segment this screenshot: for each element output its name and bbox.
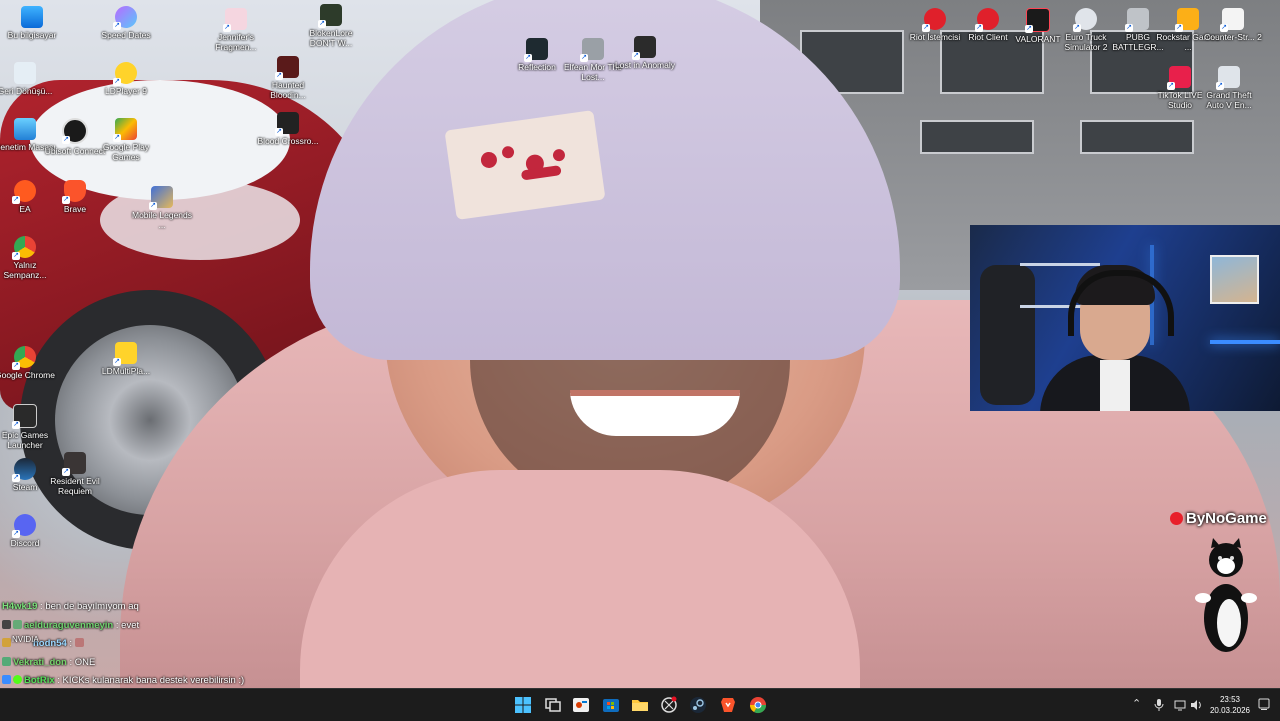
wall-poster <box>1210 255 1259 304</box>
task-view-icon[interactable] <box>544 696 562 714</box>
brand-logo: ByNoGame <box>1170 510 1267 527</box>
gta-v-icon[interactable]: ↗ Grand Theft Auto V En... <box>1197 66 1261 110</box>
ldplayer-icon[interactable]: ↗ LDPlayer 9 <box>94 62 158 96</box>
reflection-icon[interactable]: ↗ Reflection <box>505 38 569 72</box>
chevron-up-icon[interactable]: ⌃ <box>1132 697 1141 710</box>
nvidia-icon[interactable] <box>13 619 22 629</box>
chat-message: aelduraguvenmeyin : evet <box>2 619 322 638</box>
notification-icon[interactable] <box>1258 698 1270 711</box>
chat-overlay: H4wk19 : ben de bayılmıyom aq aelduraguv… <box>2 600 322 693</box>
xbox-icon[interactable] <box>660 696 678 714</box>
chat-text: ONE <box>74 656 96 668</box>
haunted-bloodlines-icon[interactable]: ↗ Haunted Bloodin... <box>256 56 320 100</box>
discord-icon[interactable]: ↗ Discord <box>0 514 57 548</box>
chat-username: Vekrati_don <box>13 656 67 668</box>
verified-icon <box>13 675 22 684</box>
counter-strike-2-icon[interactable]: ↗ Counter-Str... 2 <box>1201 8 1265 42</box>
epic-games-icon[interactable]: ↗ Epic Games Launcher <box>0 404 57 450</box>
brave-taskbar-icon[interactable] <box>719 696 737 714</box>
chat-text: KICKs kulanarak bana destek verebilirsin… <box>62 675 245 686</box>
clock-date: 20.03.2026 <box>1209 706 1251 715</box>
bot-badge-icon <box>2 675 11 684</box>
badge-icon <box>2 619 11 629</box>
google-play-games-icon[interactable]: ↗ Google Play Games <box>94 118 158 162</box>
file-explorer-icon[interactable] <box>631 696 649 714</box>
brand-dot-icon <box>1170 512 1183 525</box>
chat-message: Vekrati_don : ONE <box>2 656 322 675</box>
badge-icon <box>2 638 11 647</box>
gaming-chair <box>980 265 1035 405</box>
speed-dates-icon[interactable]: ↗ Speed Dates <box>94 6 158 40</box>
google-chrome-icon[interactable]: ↗ Google Chrome <box>0 346 57 380</box>
blood-crossroads-icon[interactable]: ↗ Blood Crossro... <box>256 112 320 146</box>
mobile-legends-icon[interactable]: ↗ Mobile Legends ... <box>130 186 194 230</box>
network-icon[interactable] <box>1174 699 1186 711</box>
microphone-icon[interactable] <box>1154 699 1164 711</box>
system-clock[interactable]: 23:53 20.03.2026 <box>1205 694 1255 716</box>
chat-username: BotRix <box>24 675 55 686</box>
ms-store-icon[interactable] <box>602 696 620 714</box>
chrome-taskbar-icon[interactable] <box>749 696 767 714</box>
chat-username: H4wk19 <box>2 601 38 612</box>
lost-in-anomaly-icon[interactable]: ↗ Lost in Anomaly <box>613 36 677 70</box>
nvidia-label: NVIDIA <box>12 635 39 644</box>
this-pc-icon[interactable]: Bu bilgisayar <box>0 6 64 40</box>
windows-start-icon[interactable] <box>514 696 532 714</box>
chat-username: aelduraguvenmeyin <box>24 619 114 631</box>
jennifers-fragments-icon[interactable]: ↗ Jennifer's Fragmen... <box>204 8 268 52</box>
chat-message: H4wk19 : ben de bayılmıyom aq <box>2 601 139 612</box>
steam-taskbar-icon[interactable] <box>689 696 707 714</box>
yalniz-sempanze-icon[interactable]: ↗ Yalnız Sempanz... <box>0 236 57 280</box>
resident-evil-requiem-icon[interactable]: ↗ Resident Evil Requiem <box>43 452 107 496</box>
smile <box>570 390 740 436</box>
chat-message: NVIDIA hodn54 : <box>2 635 322 656</box>
ldmultiplayer-icon[interactable]: ↗ LDMultiPla... <box>94 342 158 376</box>
badge-icon <box>2 656 11 666</box>
snipping-tool-icon[interactable] <box>572 696 590 714</box>
blokenlore-icon[interactable]: ↗ BlokenLore DON'T W... <box>299 4 363 48</box>
webcam-overlay <box>970 225 1280 411</box>
streamer-shirt <box>1100 360 1130 411</box>
cat-sticker <box>1195 538 1257 652</box>
taskbar: ⌃ 23:53 20.03.2026 <box>0 688 1280 721</box>
volume-icon[interactable] <box>1190 699 1202 711</box>
emote-icon <box>74 638 84 647</box>
recycle-bin-icon[interactable]: Geri Dönüşü... <box>0 62 57 96</box>
chat-text: evet <box>121 619 140 631</box>
clock-time: 23:53 <box>1219 695 1241 704</box>
brave-icon[interactable]: ↗ Brave <box>43 180 107 214</box>
chat-text: ben de bayılmıyom aq <box>45 601 139 612</box>
